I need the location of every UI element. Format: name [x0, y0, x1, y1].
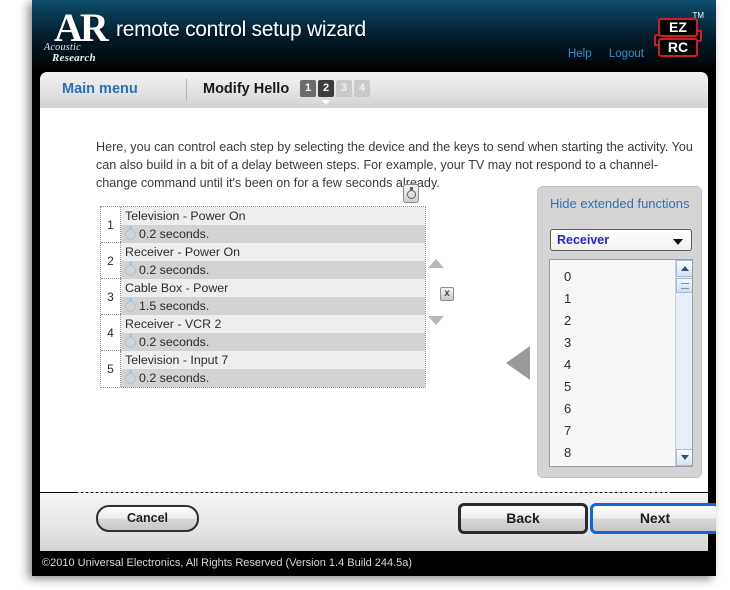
step-delay-label: 0.2 seconds. [139, 371, 210, 385]
device-select-value: Receiver [557, 233, 610, 247]
clock-icon [125, 225, 136, 240]
step-body: Television - Input 7 0.2 seconds. [121, 351, 425, 387]
chevron-down-icon [673, 239, 683, 245]
brand-line-2: Research [52, 52, 96, 64]
step-body: Receiver - Power On 0.2 seconds. [121, 243, 425, 279]
breadcrumb-bar: Main menu Modify Hello 1 2 3 4 [40, 72, 708, 108]
list-item[interactable]: 7 [550, 420, 692, 442]
table-row[interactable]: 3 Cable Box - Power 1.5 seconds. [101, 279, 425, 315]
step-delay-row[interactable]: 0.2 seconds. [121, 333, 425, 351]
scrollbar-thumb[interactable] [676, 278, 692, 293]
header-links: Help Logout [554, 48, 644, 60]
key-list-items: 0 1 2 3 4 5 6 7 8 9 [550, 260, 692, 466]
step-chip-2[interactable]: 2 [318, 80, 334, 105]
step-chip-1[interactable]: 1 [300, 80, 316, 97]
close-icon: x [440, 287, 454, 301]
step-device-label[interactable]: Cable Box - Power [121, 279, 425, 297]
step-number: 1 [101, 207, 121, 242]
list-item[interactable]: 3 [550, 332, 692, 354]
list-item[interactable]: 1 [550, 288, 692, 310]
ezrc-ez-text: EZ [658, 18, 698, 37]
cancel-button[interactable]: Cancel [96, 505, 199, 532]
breadcrumb-main-menu[interactable]: Main menu [62, 81, 138, 97]
triangle-down-icon[interactable] [428, 316, 444, 325]
step-delay-row[interactable]: 0.2 seconds. [121, 261, 425, 279]
breadcrumb-divider [186, 79, 187, 101]
acoustic-research-logo: AR Acoustic Research [40, 5, 126, 66]
list-item[interactable]: 9 [550, 464, 692, 466]
chevron-down-glyph [680, 455, 689, 460]
stopwatch-icon[interactable] [403, 184, 419, 203]
table-row[interactable]: 5 Television - Input 7 0.2 seconds. [101, 351, 425, 387]
step-device-label[interactable]: Receiver - Power On [121, 243, 425, 261]
step-delay-row[interactable]: 0.2 seconds. [121, 369, 425, 387]
copyright-text: ©2010 Universal Electronics, All Rights … [42, 557, 413, 569]
back-button[interactable]: Back [458, 503, 588, 534]
scrollbar-grip [681, 283, 689, 289]
app-header: AR Acoustic Research remote control setu… [32, 0, 716, 72]
wizard-window: AR Acoustic Research remote control setu… [32, 0, 716, 576]
key-list-scrollbar[interactable] [675, 260, 692, 466]
list-item[interactable]: 5 [550, 376, 692, 398]
key-list[interactable]: 0 1 2 3 4 5 6 7 8 9 [549, 259, 693, 467]
page-title: remote control setup wizard [116, 18, 366, 41]
list-item[interactable]: 2 [550, 310, 692, 332]
step-body: Television - Power On 0.2 seconds. [121, 207, 425, 243]
logout-link[interactable]: Logout [609, 48, 644, 60]
step-delay-label: 1.5 seconds. [139, 299, 210, 313]
extended-functions-panel: Hide extended functions Receiver 0 1 2 3… [537, 186, 702, 478]
step-body: Receiver - VCR 2 0.2 seconds. [121, 315, 425, 351]
step-chip-3: 3 [336, 80, 352, 97]
scroll-down-icon[interactable] [676, 449, 692, 466]
step-delay-row[interactable]: 1.5 seconds. [121, 297, 425, 315]
device-select[interactable]: Receiver [550, 229, 692, 251]
step-number: 2 [101, 243, 121, 278]
step-device-label[interactable]: Receiver - VCR 2 [121, 315, 425, 333]
table-row[interactable]: 2 Receiver - Power On 0.2 seconds. [101, 243, 425, 279]
chevron-up-glyph [680, 266, 689, 271]
step-number: 5 [101, 351, 121, 387]
list-item[interactable]: 0 [550, 266, 692, 288]
button-bar: Cancel Back Next [40, 492, 716, 551]
step-number: 3 [101, 279, 121, 314]
scroll-up-icon[interactable] [676, 260, 692, 277]
divider [78, 492, 670, 493]
help-link[interactable]: Help [568, 48, 592, 60]
step-number: 4 [101, 315, 121, 350]
step-chip-4: 4 [354, 80, 370, 97]
table-row[interactable]: 1 Television - Power On 0.2 seconds. [101, 207, 425, 243]
clock-icon [125, 369, 136, 384]
step-delay-label: 0.2 seconds. [139, 263, 210, 277]
stopwatch-dial [407, 190, 416, 199]
hide-extended-functions-link[interactable]: Hide extended functions [550, 195, 690, 212]
list-item[interactable]: 6 [550, 398, 692, 420]
step-delay-row[interactable]: 0.2 seconds. [121, 225, 425, 243]
intro-text: Here, you can control each step by selec… [96, 140, 693, 190]
clock-icon [125, 261, 136, 276]
list-item[interactable]: 4 [550, 354, 692, 376]
step-delay-label: 0.2 seconds. [139, 335, 210, 349]
step-body: Cable Box - Power 1.5 seconds. [121, 279, 425, 315]
ezrc-rc-text: RC [658, 38, 698, 57]
ezrc-logo: TM EZ RC [654, 11, 704, 61]
breadcrumb-current-page: Modify Hello [203, 81, 290, 97]
delete-step-button[interactable]: x [438, 285, 456, 303]
steps-list: 1 Television - Power On 0.2 seconds. 2 R… [100, 206, 426, 388]
step-indicator: 1 2 3 4 [300, 80, 370, 105]
app-root: AR Acoustic Research remote control setu… [0, 0, 730, 590]
table-row[interactable]: 4 Receiver - VCR 2 0.2 seconds. [101, 315, 425, 351]
step-device-label[interactable]: Television - Input 7 [121, 351, 425, 369]
triangle-left-icon[interactable] [506, 346, 530, 380]
footer-bar: ©2010 Universal Electronics, All Rights … [32, 551, 716, 576]
list-item[interactable]: 8 [550, 442, 692, 464]
next-button[interactable]: Next [590, 503, 716, 534]
step-delay-label: 0.2 seconds. [139, 227, 210, 241]
clock-icon [125, 333, 136, 348]
clock-icon [125, 297, 136, 312]
triangle-up-icon[interactable] [428, 259, 444, 268]
step-device-label[interactable]: Television - Power On [121, 207, 425, 225]
